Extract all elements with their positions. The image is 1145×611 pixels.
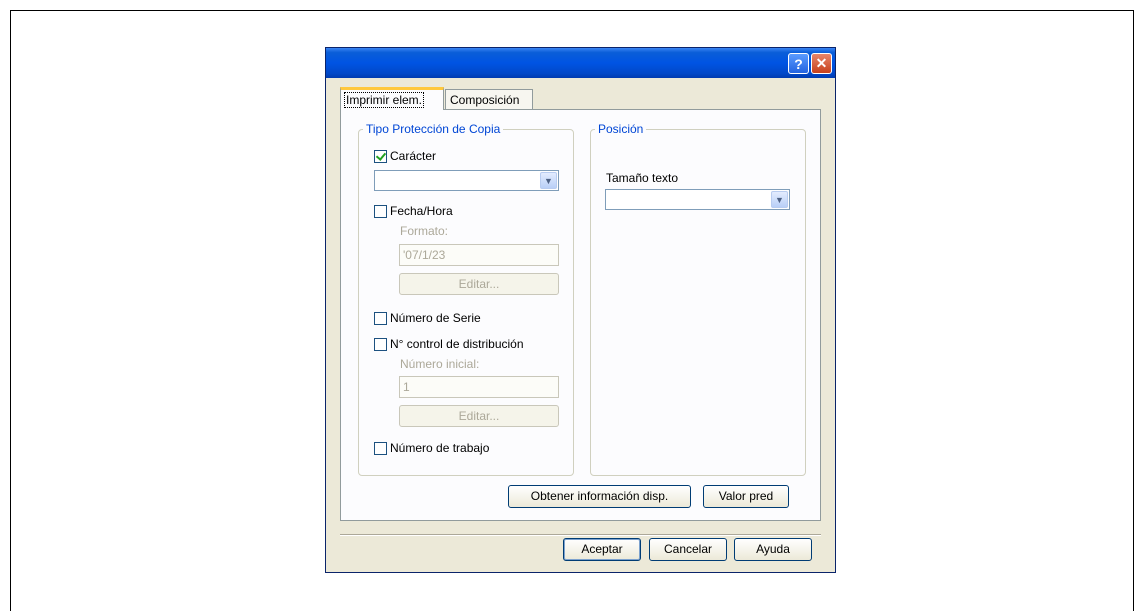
datetime-checkbox[interactable] bbox=[374, 204, 387, 218]
distribution-checkbox[interactable] bbox=[374, 337, 387, 351]
copy-protection-title: Tipo Protección de Copia bbox=[363, 122, 504, 136]
format-label: Formato: bbox=[400, 224, 449, 238]
start-number-label: Número inicial: bbox=[400, 357, 480, 371]
default-value-button[interactable]: Valor pred bbox=[703, 485, 789, 508]
chevron-down-icon[interactable]: ▼ bbox=[771, 191, 788, 208]
chevron-down-icon[interactable]: ▼ bbox=[540, 172, 557, 189]
datetime-option[interactable]: Fecha/Hora bbox=[374, 204, 453, 218]
serial-label: Número de Serie bbox=[390, 311, 481, 325]
get-device-info-button[interactable]: Obtener información disp. bbox=[508, 485, 691, 508]
character-select[interactable]: ▼ bbox=[374, 170, 559, 191]
datetime-label: Fecha/Hora bbox=[390, 204, 453, 218]
tab-print-items[interactable]: Imprimir elem. bbox=[340, 87, 444, 110]
ok-button[interactable]: Aceptar bbox=[563, 538, 641, 561]
text-size-label: Tamaño texto bbox=[606, 171, 679, 185]
character-label: Carácter bbox=[390, 149, 437, 163]
job-number-label: Número de trabajo bbox=[390, 441, 490, 455]
job-number-option[interactable]: Número de trabajo bbox=[374, 441, 489, 455]
help-icon[interactable]: ? bbox=[788, 53, 809, 74]
tab-composition[interactable]: Composición bbox=[445, 89, 533, 109]
text-size-select[interactable]: ▼ bbox=[605, 189, 790, 210]
character-option[interactable]: Carácter bbox=[374, 149, 436, 163]
distribution-label: N° control de distribución bbox=[390, 337, 524, 351]
help-button[interactable]: Ayuda bbox=[734, 538, 812, 561]
cancel-button[interactable]: Cancelar bbox=[649, 538, 727, 561]
job-number-checkbox[interactable] bbox=[374, 441, 387, 455]
title-bar: ? ✕ bbox=[326, 48, 835, 78]
edit-distribution-button: Editar... bbox=[399, 405, 559, 427]
close-icon[interactable]: ✕ bbox=[811, 53, 832, 74]
edit-format-button: Editar... bbox=[399, 273, 559, 295]
serial-option[interactable]: Número de Serie bbox=[374, 311, 481, 325]
tab-composition-label: Composición bbox=[450, 93, 520, 107]
position-title: Posición bbox=[595, 122, 647, 136]
separator bbox=[340, 534, 821, 536]
distribution-option[interactable]: N° control de distribución bbox=[374, 337, 524, 351]
start-number-field: 1 bbox=[399, 376, 559, 398]
tab-print-items-label: Imprimir elem. bbox=[343, 92, 425, 108]
format-field: '07/1/23 bbox=[399, 244, 559, 266]
character-checkbox[interactable] bbox=[374, 149, 387, 163]
serial-checkbox[interactable] bbox=[374, 311, 387, 325]
